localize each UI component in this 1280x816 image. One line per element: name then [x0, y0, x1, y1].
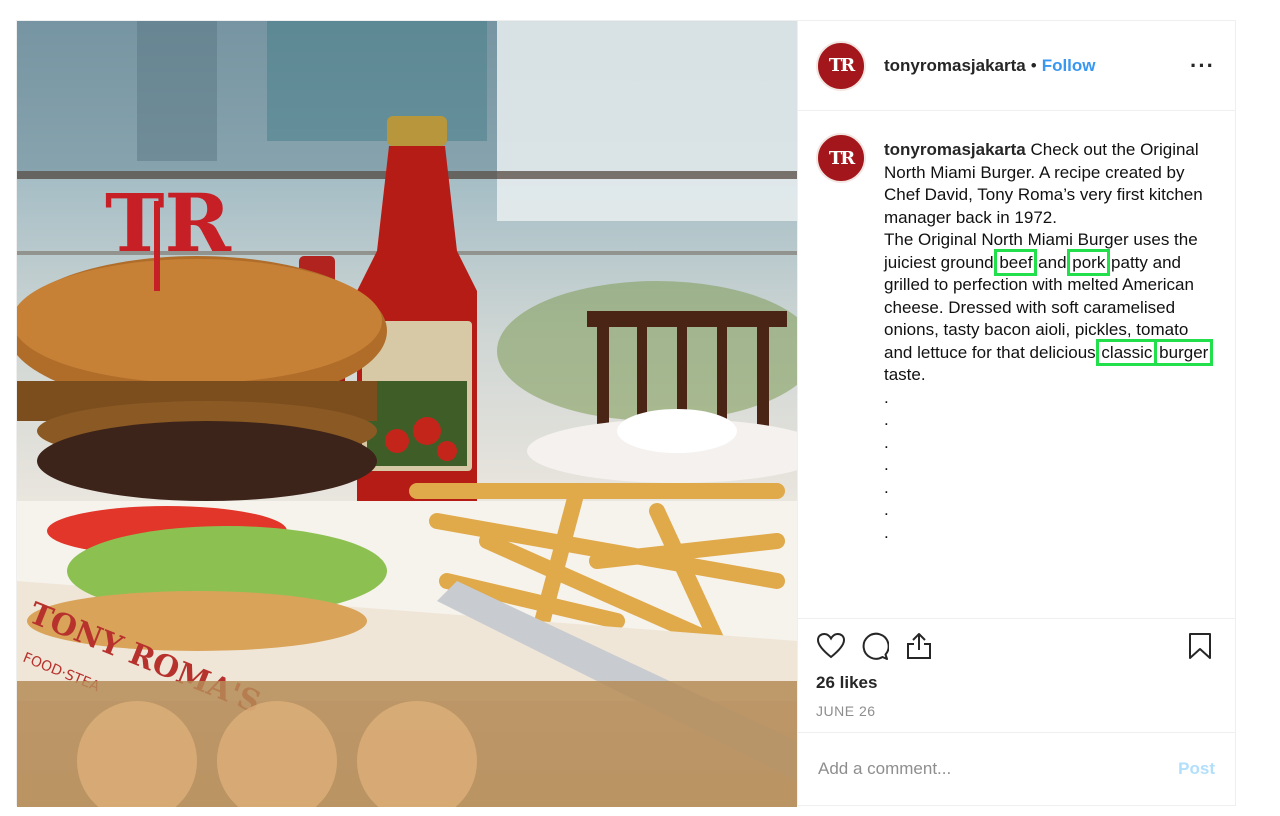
- avatar[interactable]: TR: [816, 40, 866, 91]
- share-icon[interactable]: [904, 631, 934, 661]
- caption-dot: .: [884, 432, 889, 452]
- caption-username[interactable]: tonyromasjakarta: [884, 140, 1026, 159]
- highlight-classic: classic: [1096, 338, 1158, 366]
- instagram-post: TR TONY ROMA'S FOOD·STEA TR tonyromasjak…: [16, 20, 1236, 807]
- comment-icon[interactable]: [860, 631, 890, 661]
- caption-dot: .: [884, 387, 889, 407]
- caption-paragraph-2: The Original North Miami Burger uses the…: [884, 229, 1215, 387]
- avatar-logo-text: TR: [828, 55, 855, 76]
- heart-icon[interactable]: [816, 631, 846, 661]
- caption-dot: .: [884, 500, 889, 519]
- post-side-panel: TR tonyromasjakarta • Follow ··· TR tony…: [797, 21, 1235, 805]
- bookmark-icon[interactable]: [1185, 631, 1215, 661]
- caption-paragraph-1: tonyromasjakarta Check out the Original …: [884, 139, 1215, 229]
- post-photo[interactable]: TR TONY ROMA'S FOOD·STEA: [17, 21, 797, 807]
- follow-button[interactable]: Follow: [1042, 56, 1096, 76]
- caption-text: tonyromasjakarta Check out the Original …: [884, 139, 1215, 544]
- post-comment-button[interactable]: Post: [1178, 759, 1215, 779]
- comment-input[interactable]: [816, 758, 1179, 780]
- post-header: TR tonyromasjakarta • Follow ···: [798, 21, 1235, 111]
- highlight-beef: beef: [994, 248, 1038, 276]
- header-username[interactable]: tonyromasjakarta: [884, 56, 1026, 76]
- caption-dot: .: [884, 455, 889, 474]
- caption-dot: .: [884, 477, 889, 497]
- caption-dot: .: [884, 410, 889, 429]
- caption-text-segment: taste.: [884, 365, 926, 384]
- burger-photo-illustration: TR TONY ROMA'S FOOD·STEA: [17, 21, 797, 807]
- likes-count[interactable]: 26 likes: [798, 673, 1235, 693]
- highlight-pork: pork: [1067, 248, 1111, 276]
- avatar[interactable]: TR: [816, 133, 866, 183]
- caption-dot: .: [884, 522, 889, 542]
- more-options-icon[interactable]: ···: [1190, 53, 1215, 79]
- highlight-burger: burger: [1154, 338, 1214, 366]
- caption-dots: . . . . . . .: [884, 387, 1215, 545]
- post-date: JUNE 26: [798, 693, 1235, 733]
- comment-bar: Post: [798, 733, 1235, 805]
- separator-dot: •: [1030, 55, 1037, 75]
- caption-text-segment: and: [1033, 252, 1072, 272]
- action-bar: [798, 619, 1235, 673]
- avatar-logo-text: TR: [828, 147, 855, 169]
- logo-pick-text: TR: [105, 176, 232, 270]
- caption-area: TR tonyromasjakarta Check out the Origin…: [798, 111, 1235, 619]
